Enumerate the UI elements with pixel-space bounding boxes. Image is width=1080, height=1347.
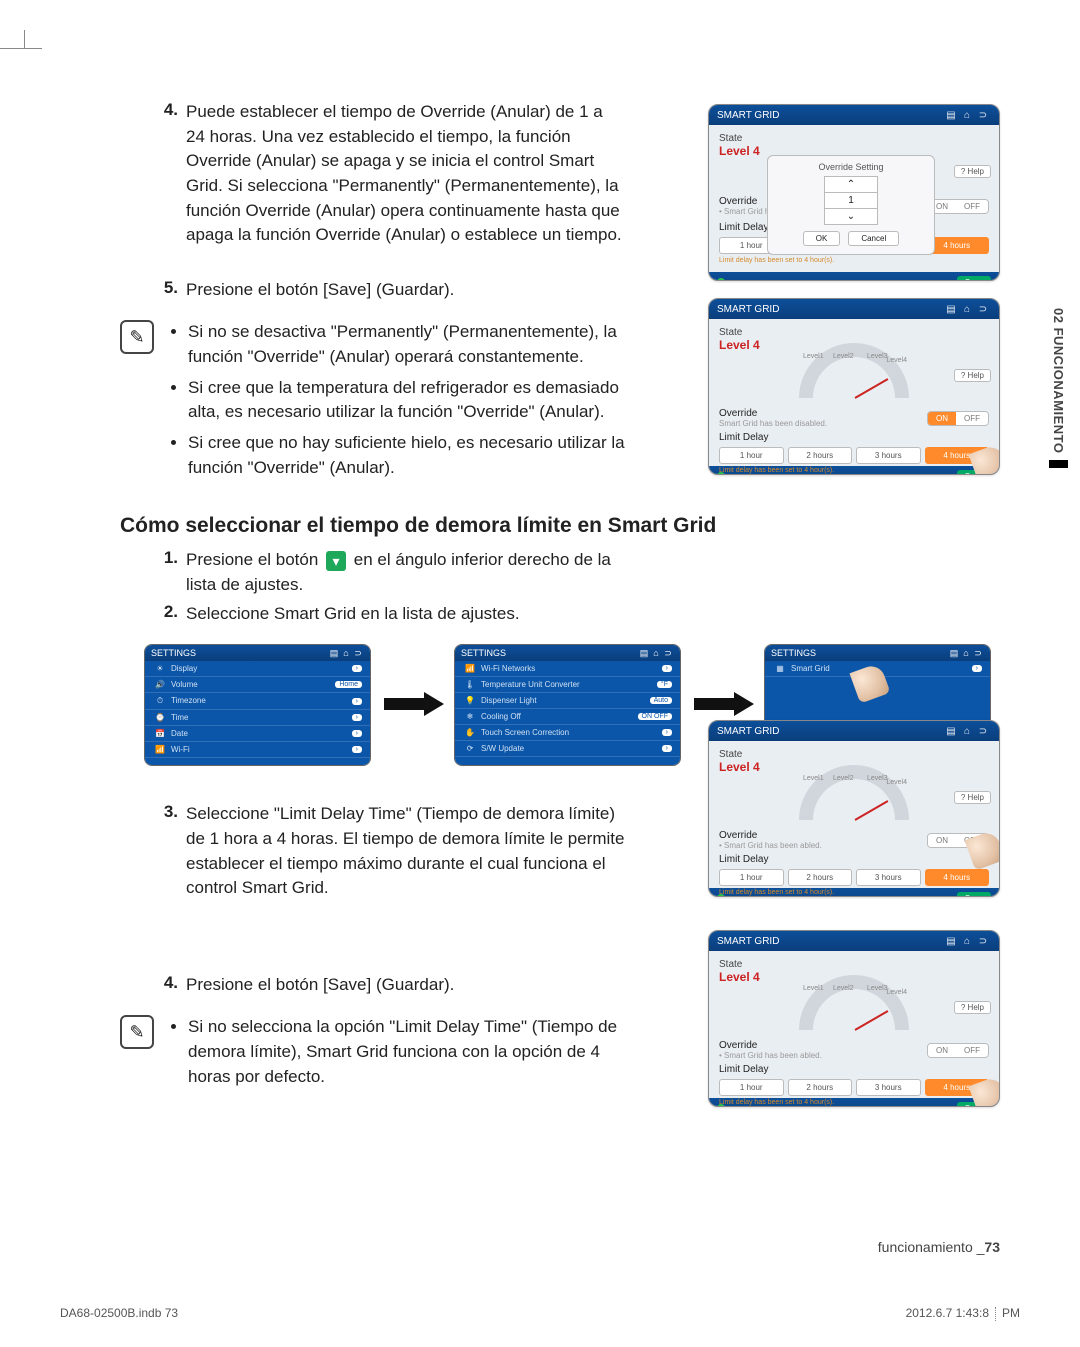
step-text: Presione el botón [Save] (Guardar). (186, 973, 454, 998)
step-text: Seleccione Smart Grid en la lista de aju… (186, 602, 520, 627)
manual-page: 02 FUNCIONAMIENTO 4. Puede establecer el… (0, 0, 1080, 1347)
step-text: Presione el botón ▾ en el ángulo inferio… (186, 548, 626, 597)
note-list: Si no se desactiva "Permanently" (Perman… (164, 320, 628, 486)
step-2b-row: 2. Seleccione Smart Grid en la lista de … (120, 602, 1020, 627)
override-stepper[interactable]: ⌃ 1 ⌄ (824, 176, 878, 225)
sg-title: SMART GRID (717, 110, 779, 121)
settings-panel-a: SETTINGS▤⌂⊃☀Display›🔊VolumeHome⏱Timezone… (144, 644, 371, 766)
cancel-button[interactable]: Cancel (848, 231, 899, 246)
step-num: 4. (156, 973, 178, 993)
finger-pointer-icon (854, 667, 886, 699)
chevron-down-icon: ▾ (326, 551, 346, 571)
print-file: DA68-02500B.indb 73 (60, 1306, 178, 1321)
step-num: 5. (156, 278, 178, 298)
help-button[interactable]: ? Help (954, 165, 991, 178)
stepper-down[interactable]: ⌄ (824, 208, 878, 225)
note-item: Si no selecciona la opción "Limit Delay … (188, 1015, 628, 1089)
side-tab-label: FUNCIONAMIENTO (1051, 328, 1066, 454)
step-text: Seleccione "Limit Delay Time" (Tiempo de… (186, 802, 626, 901)
step-num: 4. (156, 100, 178, 120)
smart-grid-panel-override-on: SMART GRID▤⌂⊃ State Level 4 Level1Level2… (708, 298, 1000, 475)
page-footer: funcionamiento _73 (878, 1239, 1000, 1255)
print-ampm: PM (1002, 1306, 1020, 1320)
note-item: Si no se desactiva "Permanently" (Perman… (188, 320, 628, 369)
override-setting-popup: Override Setting ⌃ 1 ⌄ OK Cancel (767, 155, 935, 255)
stepper-value: 1 (824, 193, 878, 208)
note-item: Si cree que no hay suficiente hielo, es … (188, 431, 628, 480)
print-date: 2012.6.7 1:43:8 (906, 1306, 989, 1320)
settings-panel-b: SETTINGS▤⌂⊃📶Wi-Fi Networks›🌡Temperature … (454, 644, 681, 766)
smart-grid-panel-limit-select: SMART GRID▤⌂⊃ State Level 4 Level1Level2… (708, 720, 1000, 897)
note-list: Si no selecciona la opción "Limit Delay … (164, 1015, 628, 1095)
section-side-tab: 02 FUNCIONAMIENTO (1047, 302, 1070, 474)
back-icon: ⊃ (975, 110, 991, 121)
smart-grid-panel-override-popup: SMART GRID ▤⌂⊃ State Level 4 ? Help Over… (708, 104, 1000, 281)
note-icon: ✎ (120, 1015, 154, 1049)
override-toggle[interactable]: ONOFF (927, 199, 989, 214)
stepper-up[interactable]: ⌃ (824, 176, 878, 193)
sg-header-icons: ▤⌂⊃ (943, 110, 991, 121)
side-tab-num: 02 (1051, 308, 1066, 323)
section-title: Cómo seleccionar el tiempo de demora lím… (120, 514, 1020, 538)
home-icon: ⌂ (959, 110, 975, 121)
doc-icon: ▤ (943, 110, 959, 121)
ok-button[interactable]: OK (803, 231, 841, 246)
arrow-icon (384, 692, 444, 716)
crop-mark (0, 30, 50, 60)
save-button[interactable]: Save (957, 276, 991, 281)
sg-state-label: State (719, 133, 989, 144)
note-item: Si cree que la temperatura del refrigera… (188, 376, 628, 425)
sg-footer: Push save button after complete the sett… (709, 272, 999, 281)
limit-footnote: Limit delay has been set to 4 hour(s). (719, 257, 989, 264)
step-text: Presione el botón [Save] (Guardar). (186, 278, 454, 303)
print-footer: DA68-02500B.indb 73 2012.6.7 1:43:8 PM (60, 1305, 1020, 1321)
sg-header: SMART GRID ▤⌂⊃ (709, 105, 999, 125)
step-num: 1. (156, 548, 178, 568)
note-icon: ✎ (120, 320, 154, 354)
step-num: 3. (156, 802, 178, 822)
step-num: 2. (156, 602, 178, 622)
arrow-icon (694, 692, 754, 716)
step-text: Puede establecer el tiempo de Override (… (186, 100, 626, 248)
popup-title: Override Setting (776, 162, 926, 172)
smart-grid-panel-save: SMART GRID▤⌂⊃ State Level 4 Level1Level2… (708, 930, 1000, 1107)
step-1b-row: 1. Presione el botón ▾ en el ángulo infe… (120, 548, 1020, 597)
